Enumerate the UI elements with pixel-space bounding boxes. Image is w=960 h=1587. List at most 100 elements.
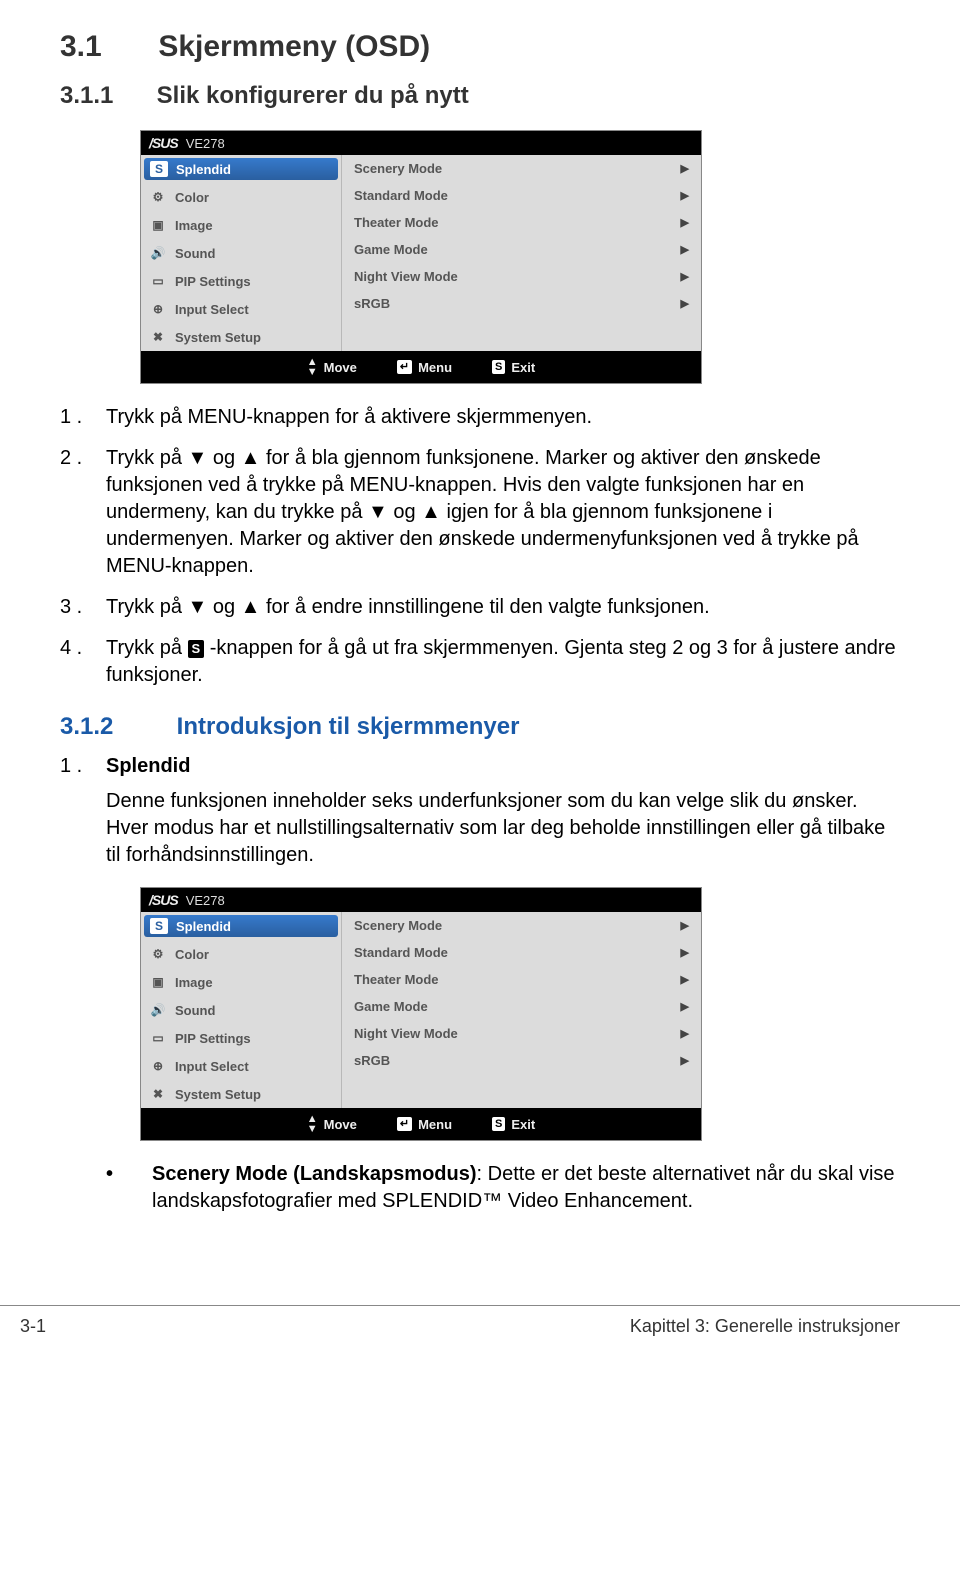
osd-footer: ▲▼ Move ↵ Menu S Exit [141, 1108, 701, 1140]
osd-menu-color[interactable]: ⚙ Color [141, 940, 341, 968]
chevron-right-icon: ▶ [681, 1027, 689, 1040]
chevron-right-icon: ▶ [681, 946, 689, 959]
osd-mode-game[interactable]: Game Mode▶ [342, 993, 701, 1020]
chapter-title: Kapittel 3: Generelle instruksjoner [630, 1316, 900, 1337]
osd-menu-label: Input Select [175, 302, 249, 317]
page-number: 3-1 [20, 1316, 46, 1337]
osd-panel: /SUS VE278 S Splendid ⚙ Color ▣ Image 🔊 [140, 887, 702, 1141]
osd-footer-exit: S Exit [492, 1114, 535, 1134]
pip-icon: ▭ [149, 1030, 167, 1046]
chevron-right-icon: ▶ [681, 243, 689, 256]
osd-footer-menu: ↵ Menu [397, 1114, 452, 1134]
step-text: Trykk på S -knappen for å gå ut fra skje… [106, 635, 900, 689]
bullet-text: Scenery Mode (Landskapsmodus): Dette er … [152, 1161, 900, 1215]
osd-mode-theater[interactable]: Theater Mode▶ [342, 209, 701, 236]
osd-mode-theater[interactable]: Theater Mode▶ [342, 966, 701, 993]
mode-bullets: • Scenery Mode (Landskapsmodus): Dette e… [106, 1161, 900, 1215]
osd-menu-label: System Setup [175, 330, 261, 345]
bullet-marker: • [106, 1161, 152, 1215]
s-key-icon: S [492, 360, 505, 374]
page-footer: 3-1 Kapittel 3: Generelle instruksjoner [0, 1305, 960, 1337]
osd-mode-standard[interactable]: Standard Mode▶ [342, 182, 701, 209]
osd-menu-color[interactable]: ⚙ Color [141, 183, 341, 211]
osd-menu-pip[interactable]: ▭ PIP Settings [141, 1024, 341, 1052]
heading-text: Introduksjon til skjermmenyer [177, 713, 520, 740]
submenu-item-1: 1 . Splendid [60, 753, 900, 780]
osd-mode-srgb[interactable]: sRGB▶ [342, 1047, 701, 1074]
osd-left-menu: S Splendid ⚙ Color ▣ Image 🔊 Sound ▭ [141, 912, 342, 1108]
osd-header: /SUS VE278 [141, 888, 701, 912]
osd-menu-label: Splendid [176, 162, 231, 177]
osd-model: VE278 [186, 893, 225, 908]
osd-menu-system[interactable]: ✖ System Setup [141, 1080, 341, 1108]
osd-panel: /SUS VE278 S Splendid ⚙ Color ▣ Image 🔊 [140, 130, 702, 384]
asus-logo: /SUS [149, 135, 178, 151]
osd-menu-input[interactable]: ⊕ Input Select [141, 295, 341, 323]
osd-menu-sound[interactable]: 🔊 Sound [141, 996, 341, 1024]
osd-mode-nightview[interactable]: Night View Mode▶ [342, 263, 701, 290]
osd-menu-label: Sound [175, 1003, 215, 1018]
section-heading-3-1-1: 3.1.1 Slik konfigurerer du på nytt [60, 82, 900, 110]
osd-mode-standard[interactable]: Standard Mode▶ [342, 939, 701, 966]
step-3: 3 . Trykk på ▼ og ▲ for å endre innstill… [60, 594, 900, 621]
up-down-icon: ▲▼ [307, 357, 318, 377]
step-number: 3 . [60, 594, 106, 621]
osd-menu-label: Color [175, 947, 209, 962]
heading-text: Skjermmeny (OSD) [158, 30, 430, 63]
heading-number: 3.1.2 [60, 713, 170, 741]
osd-menu-input[interactable]: ⊕ Input Select [141, 1052, 341, 1080]
color-icon: ⚙ [149, 946, 167, 962]
chevron-right-icon: ▶ [681, 162, 689, 175]
osd-menu-label: Sound [175, 246, 215, 261]
submenu-description: Denne funksjonen inneholder seks underfu… [106, 788, 900, 869]
osd-menu-splendid[interactable]: S Splendid [144, 158, 338, 180]
osd-menu-label: System Setup [175, 1087, 261, 1102]
submenu-title: Splendid [106, 753, 190, 780]
osd-footer-menu: ↵ Menu [397, 357, 452, 377]
wrench-icon: ✖ [149, 1086, 167, 1102]
enter-key-icon: ↵ [397, 1117, 412, 1131]
s-icon: S [150, 918, 168, 934]
step-text: Trykk på ▼ og ▲ for å bla gjennom funksj… [106, 445, 900, 580]
heading-number: 3.1 [60, 30, 150, 64]
instruction-steps: 1 . Trykk på MENU-knappen for å aktivere… [60, 404, 900, 689]
step-4: 4 . Trykk på S -knappen for å gå ut fra … [60, 635, 900, 689]
color-icon: ⚙ [149, 189, 167, 205]
section-heading-3-1-2: 3.1.2 Introduksjon til skjermmenyer [60, 713, 900, 741]
osd-left-menu: S Splendid ⚙ Color ▣ Image 🔊 Sound ▭ [141, 155, 342, 351]
section-heading-3-1: 3.1 Skjermmeny (OSD) [60, 30, 900, 64]
step-text: Trykk på ▼ og ▲ for å endre innstillinge… [106, 594, 710, 621]
pip-icon: ▭ [149, 273, 167, 289]
image-icon: ▣ [149, 217, 167, 233]
osd-mode-game[interactable]: Game Mode▶ [342, 236, 701, 263]
sound-icon: 🔊 [149, 1002, 167, 1018]
step-number: 1 . [60, 404, 106, 431]
osd-menu-system[interactable]: ✖ System Setup [141, 323, 341, 351]
osd-menu-label: Splendid [176, 919, 231, 934]
osd-footer-exit: S Exit [492, 357, 535, 377]
asus-logo: /SUS [149, 892, 178, 908]
osd-menu-image[interactable]: ▣ Image [141, 211, 341, 239]
s-key-icon: S [188, 640, 205, 658]
s-key-icon: S [492, 1117, 505, 1131]
osd-menu-splendid[interactable]: S Splendid [144, 915, 338, 937]
osd-menu-pip[interactable]: ▭ PIP Settings [141, 267, 341, 295]
osd-mode-nightview[interactable]: Night View Mode▶ [342, 1020, 701, 1047]
chevron-right-icon: ▶ [681, 919, 689, 932]
osd-model: VE278 [186, 136, 225, 151]
chevron-right-icon: ▶ [681, 973, 689, 986]
osd-menu-image[interactable]: ▣ Image [141, 968, 341, 996]
heading-text: Slik konfigurerer du på nytt [157, 82, 469, 109]
osd-menu-label: PIP Settings [175, 1031, 251, 1046]
chevron-right-icon: ▶ [681, 1000, 689, 1013]
wrench-icon: ✖ [149, 329, 167, 345]
heading-number: 3.1.1 [60, 82, 150, 110]
osd-right-panel: Scenery Mode▶ Standard Mode▶ Theater Mod… [342, 155, 701, 351]
osd-mode-scenery[interactable]: Scenery Mode▶ [342, 912, 701, 939]
osd-mode-srgb[interactable]: sRGB▶ [342, 290, 701, 317]
input-icon: ⊕ [149, 301, 167, 317]
osd-menu-sound[interactable]: 🔊 Sound [141, 239, 341, 267]
osd-mode-scenery[interactable]: Scenery Mode▶ [342, 155, 701, 182]
enter-key-icon: ↵ [397, 360, 412, 374]
bullet-scenery: • Scenery Mode (Landskapsmodus): Dette e… [106, 1161, 900, 1215]
